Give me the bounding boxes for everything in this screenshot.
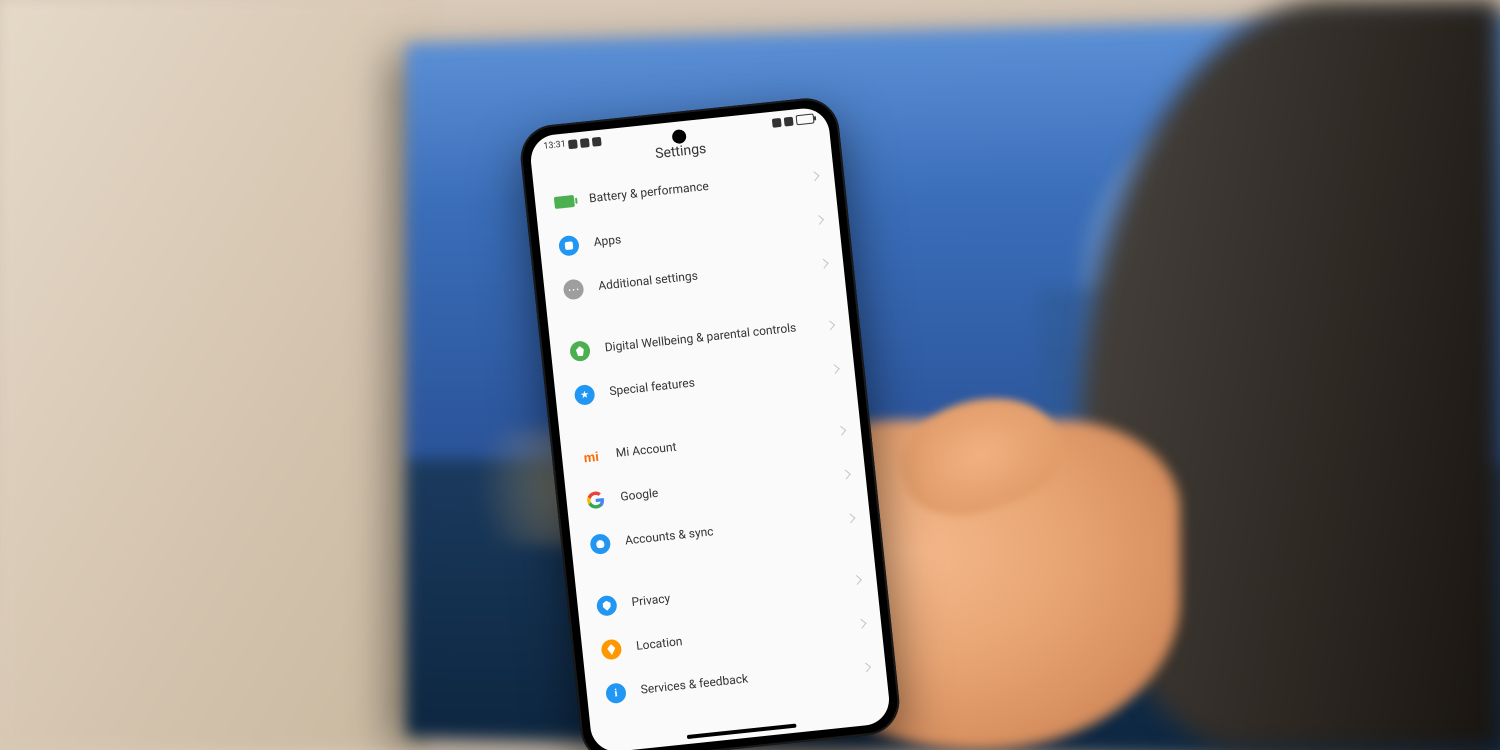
chevron-right-icon [830, 364, 840, 374]
chevron-right-icon [819, 258, 829, 268]
gesture-bar[interactable] [687, 724, 797, 739]
status-time: 13:31 [543, 140, 566, 152]
location-icon [600, 639, 622, 661]
status-icon [580, 138, 590, 148]
battery-icon [796, 113, 815, 125]
special-features-icon [574, 384, 596, 406]
chevron-right-icon [841, 469, 851, 479]
chevron-right-icon [836, 425, 846, 435]
chevron-right-icon [825, 320, 835, 330]
phone-screen: 13:31 Settings Battery & performance [528, 106, 891, 750]
wifi-icon [784, 116, 794, 126]
battery-icon [554, 195, 575, 209]
google-icon [586, 490, 606, 510]
mi-icon: mi [583, 448, 600, 465]
chevron-right-icon [846, 513, 856, 523]
signal-icon [772, 117, 782, 127]
chevron-right-icon [857, 618, 867, 628]
accounts-icon [589, 533, 611, 555]
chevron-right-icon [861, 662, 871, 672]
chevron-right-icon [814, 215, 824, 225]
apps-icon [558, 235, 580, 257]
settings-list[interactable]: Battery & performance Apps Additional se… [533, 152, 888, 718]
additional-icon [563, 279, 585, 301]
photo-scene: 13:31 Settings Battery & performance [0, 0, 1500, 750]
status-icon [568, 139, 578, 149]
wall-background [0, 0, 430, 750]
wellbeing-icon [569, 340, 591, 362]
status-icon [592, 136, 602, 146]
privacy-icon [596, 595, 618, 617]
chevron-right-icon [852, 575, 862, 585]
services-icon [605, 682, 627, 704]
chevron-right-icon [810, 171, 820, 181]
phone-frame: 13:31 Settings Battery & performance [517, 95, 902, 750]
settings-item-label: Services & feedback [640, 660, 857, 698]
